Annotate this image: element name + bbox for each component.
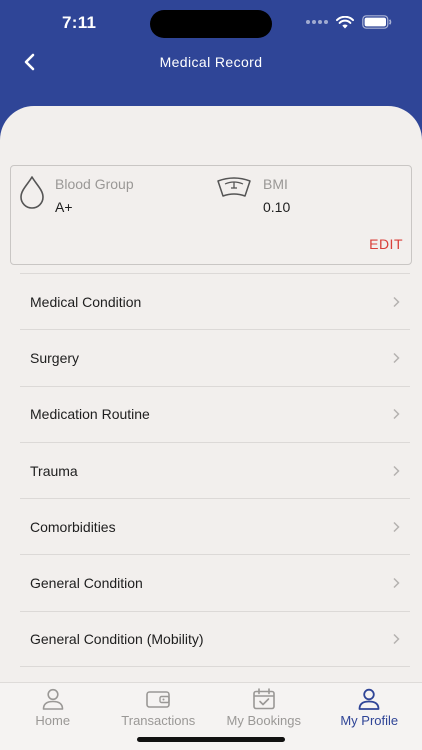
bmi-label: BMI: [263, 176, 288, 192]
list-item-trauma[interactable]: Trauma: [20, 441, 410, 498]
blood-group-value: A+: [55, 199, 73, 215]
chevron-right-icon: [392, 408, 400, 420]
chevron-right-icon: [392, 296, 400, 308]
wifi-icon: [336, 15, 354, 28]
blood-group-label: Blood Group: [55, 176, 134, 192]
list-item-general-condition-mobility[interactable]: General Condition (Mobility): [20, 610, 410, 668]
list-item-label: General Condition (Mobility): [30, 630, 204, 647]
person-icon: [41, 687, 65, 711]
list-item-label: Medication Routine: [30, 406, 150, 423]
list-item-medical-condition[interactable]: Medical Condition: [20, 273, 410, 329]
tab-home[interactable]: Home: [0, 683, 106, 750]
home-indicator: [137, 737, 285, 742]
cellular-signal-icon: [306, 20, 328, 24]
status-time: 7:11: [62, 13, 97, 32]
list-item-medication-routine[interactable]: Medication Routine: [20, 385, 410, 442]
battery-icon: [362, 15, 392, 29]
bmi-value: 0.10: [263, 199, 291, 215]
chevron-right-icon: [392, 352, 400, 364]
calendar-check-icon: [252, 687, 276, 711]
content-sheet: Blood Group A+ BMI 0.10 EDIT Medical Con…: [0, 106, 422, 750]
status-icons: [306, 15, 392, 29]
medical-record-list: Medical Condition Surgery Medication Rou…: [20, 273, 410, 668]
list-item-label: Surgery: [30, 349, 80, 366]
scale-icon: [217, 177, 251, 197]
blood-drop-icon: [20, 176, 44, 209]
list-item-label: Comorbidities: [30, 518, 116, 535]
tab-label: My Profile: [340, 713, 399, 728]
list-item-surgery[interactable]: Surgery: [20, 329, 410, 385]
vitals-card: Blood Group A+ BMI 0.10 EDIT: [10, 165, 412, 265]
chevron-right-icon: [392, 465, 400, 477]
page-title: Medical Record: [159, 54, 263, 70]
list-item-general-condition[interactable]: General Condition: [20, 554, 410, 610]
chevron-right-icon: [392, 633, 400, 645]
list-item-label: Trauma: [30, 462, 78, 479]
edit-button[interactable]: EDIT: [369, 236, 403, 252]
tab-label: Transactions: [121, 713, 196, 728]
chevron-right-icon: [392, 577, 400, 589]
list-item-label: General Condition: [30, 575, 143, 592]
list-item-label: Medical Condition: [30, 293, 142, 310]
tab-label: My Bookings: [226, 713, 301, 728]
status-bar: 7:11: [0, 0, 422, 46]
wallet-icon: [145, 687, 171, 711]
dynamic-island: [150, 10, 272, 38]
person-icon: [357, 687, 381, 711]
tab-my-profile[interactable]: My Profile: [317, 683, 422, 750]
nav-bar: Medical Record: [0, 46, 422, 80]
tab-label: Home: [35, 713, 71, 728]
list-item-comorbidities[interactable]: Comorbidities: [20, 498, 410, 554]
chevron-right-icon: [392, 521, 400, 533]
